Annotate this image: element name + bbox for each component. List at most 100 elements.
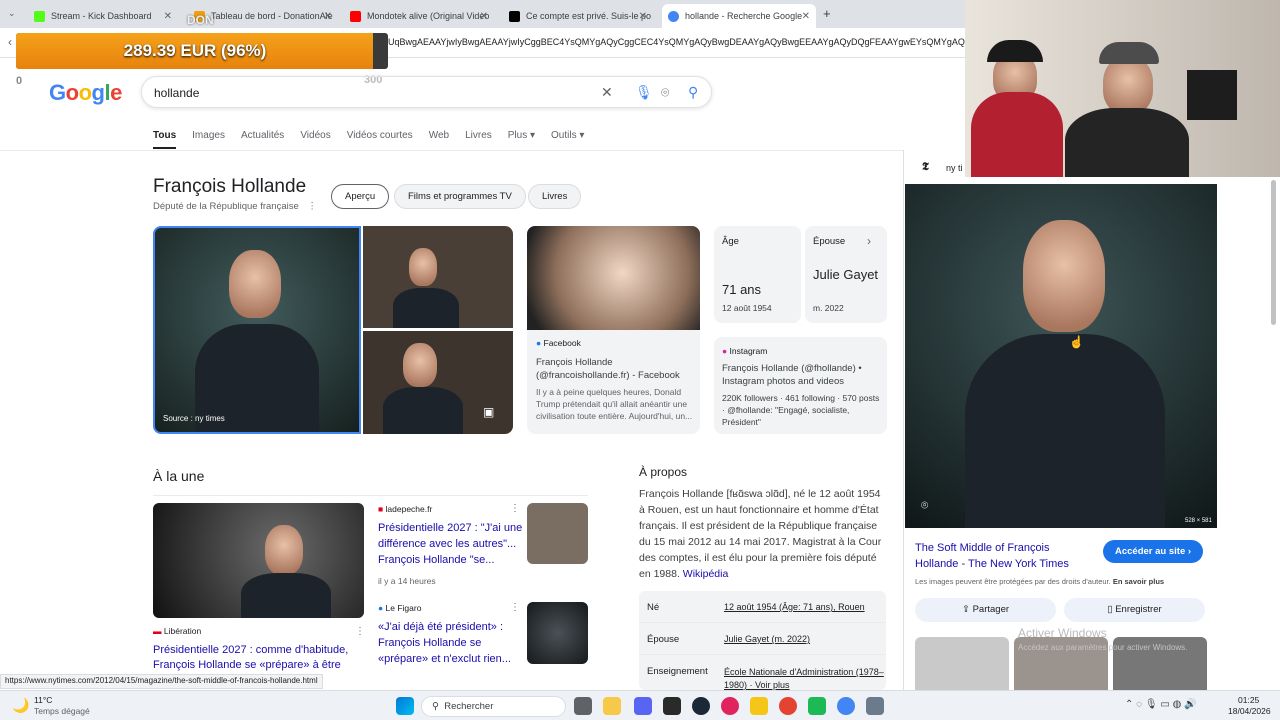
portrait-suit — [241, 573, 331, 618]
tab-google[interactable]: hollande - Recherche Google ✕ — [662, 4, 816, 28]
facebook-title[interactable]: François Hollande (@francoishollande.fr)… — [536, 356, 694, 382]
new-tab-icon[interactable]: + — [823, 6, 831, 21]
close-icon[interactable]: ✕ — [639, 11, 647, 22]
more-vert-icon[interactable]: ⋮ — [510, 602, 520, 613]
settings-icon[interactable] — [866, 697, 884, 715]
tab-title: Stream - Kick Dashboard — [51, 11, 152, 21]
epic-icon[interactable] — [663, 697, 681, 715]
chrome-icon[interactable] — [779, 697, 797, 715]
nav-outils[interactable]: Outils ▾ — [551, 130, 584, 149]
news-title-1[interactable]: Présidentielle 2027 : "J'ai une différen… — [378, 520, 523, 568]
nav-videos-courtes[interactable]: Vidéos courtes — [347, 130, 413, 149]
rights-text-body: Les images peuvent être protégées par de… — [915, 577, 1111, 586]
tab-search-icon[interactable]: ⌄ — [8, 8, 16, 19]
windows-start-icon[interactable] — [396, 697, 414, 715]
nyt-icon: 𝕿 — [922, 161, 929, 173]
fact-value[interactable]: École Nationale d'Administration (1978–1… — [724, 666, 884, 692]
fact-value[interactable]: Julie Gayet (m. 2022) — [724, 634, 884, 644]
facebook-snippet: Il y a à peine quelques heures, Donald T… — [536, 387, 693, 421]
image-icon[interactable]: ▣ — [483, 405, 494, 419]
age-card[interactable]: Âge 71 ans 12 août 1954 — [714, 226, 801, 323]
photo-3[interactable]: ▣ — [363, 331, 513, 434]
streamer-2-cap — [1099, 42, 1159, 64]
chevron-right-icon[interactable]: › — [867, 234, 871, 248]
news-thumb-1[interactable] — [527, 503, 588, 564]
share-button[interactable]: ⇪ Partager — [915, 598, 1056, 622]
more-vert-icon[interactable]: ⋮ — [307, 201, 317, 212]
divider — [153, 495, 588, 496]
app-icon[interactable] — [750, 697, 768, 715]
more-vert-icon[interactable]: ⋮ — [355, 626, 365, 637]
chrome-active-icon[interactable] — [837, 697, 855, 715]
back-icon[interactable]: ‹ — [8, 35, 12, 49]
task-view-icon[interactable] — [574, 697, 592, 715]
tab-youtube[interactable]: Mondotek alive (Original Video ✕ — [344, 4, 494, 28]
related-image-1[interactable] — [915, 637, 1009, 690]
news-thumb-2[interactable] — [527, 602, 588, 664]
instagram-title[interactable]: François Hollande (@fhollande) • Instagr… — [722, 362, 882, 388]
viewer-site[interactable]: ny ti — [946, 163, 963, 173]
learn-more-link[interactable]: En savoir plus — [1113, 577, 1164, 586]
nav-plus[interactable]: Plus ▾ — [508, 130, 535, 149]
save-button[interactable]: ▯ Enregistrer — [1064, 598, 1205, 622]
close-icon[interactable]: ✕ — [164, 11, 172, 22]
spouse-value: Julie Gayet — [813, 267, 879, 282]
pill-films[interactable]: Films et programmes TV — [394, 184, 526, 209]
pill-apercu[interactable]: Aperçu — [331, 184, 390, 209]
tab-kick[interactable]: Stream - Kick Dashboard ✕ — [28, 4, 178, 28]
tab-tiktok[interactable]: Ce compte est privé. Suis-le po ✕ — [503, 4, 653, 28]
nav-images[interactable]: Images — [192, 130, 225, 149]
fact-key: Né — [647, 602, 660, 613]
spouse-sub: m. 2022 — [813, 303, 844, 313]
tray-icons[interactable]: ⌃ ◌ 🎙 ▭ ◍ 🔊 — [1125, 699, 1197, 710]
nav-livres[interactable]: Livres — [465, 130, 492, 149]
pill-livres[interactable]: Livres — [528, 184, 582, 209]
weather-icon[interactable]: 🌙 — [12, 697, 29, 714]
discord-icon[interactable] — [634, 697, 652, 715]
steam-icon[interactable] — [692, 697, 710, 715]
close-icon[interactable]: ✕ — [802, 11, 810, 22]
taskbar-search[interactable]: ⚲ Rechercher — [421, 696, 566, 717]
instagram-tag: ● Instagram — [722, 346, 767, 356]
news-source-3-text: Libération — [163, 626, 202, 636]
spouse-card[interactable]: Épouse › Julie Gayet m. 2022 — [805, 226, 887, 323]
wikipedia-link[interactable]: Wikipédia — [683, 568, 729, 580]
page-margin — [1225, 150, 1280, 690]
news-title-3[interactable]: Présidentielle 2027 : comme d'habitude, … — [153, 643, 363, 673]
google-logo[interactable]: Google — [49, 80, 122, 106]
photo-2[interactable] — [363, 226, 513, 328]
mic-icon[interactable]: 🎙 — [635, 84, 653, 101]
instagram-card[interactable]: ● Instagram François Hollande (@fholland… — [714, 337, 887, 434]
activate-windows-title: Activer Windows — [1018, 626, 1107, 640]
scrollbar-thumb[interactable] — [1271, 180, 1276, 325]
main-photo[interactable]: Source : ny times — [153, 226, 361, 434]
search-box[interactable]: hollande ✕ 🎙 ⌾ ⚲ — [141, 76, 712, 108]
lens-icon[interactable]: ⌾ — [661, 84, 669, 101]
fact-row-education: Enseignement École Nationale d'Administra… — [639, 655, 886, 690]
viewer-title[interactable]: The Soft Middle of François Hollande - T… — [915, 540, 1095, 572]
visit-button[interactable]: Accéder au site › — [1103, 540, 1204, 563]
fact-value[interactable]: 12 août 1954 (Âge: 71 ans), Rouen — [724, 602, 884, 612]
streamer-2-body — [1065, 108, 1189, 177]
url-text[interactable]: UqBwgAEAAYjwIyBwgAEAAYjwIyCggBEC4YsQMYgA… — [388, 37, 965, 47]
close-icon[interactable]: ✕ — [324, 11, 332, 22]
close-icon[interactable]: ✕ — [480, 11, 488, 22]
instagram-snippet: 220K followers · 461 following · 570 pos… — [722, 393, 880, 427]
lens-icon[interactable]: ⌾ — [921, 498, 928, 513]
nav-tous[interactable]: Tous — [153, 130, 177, 149]
app-icon[interactable] — [808, 697, 826, 715]
search-icon[interactable]: ⚲ — [688, 84, 698, 101]
app-icon[interactable] — [721, 697, 739, 715]
search-input[interactable]: hollande — [154, 86, 199, 100]
more-vert-icon[interactable]: ⋮ — [510, 503, 520, 514]
clear-icon[interactable]: ✕ — [601, 84, 613, 101]
news-photo-1[interactable] — [153, 503, 364, 618]
nav-web[interactable]: Web — [429, 130, 449, 149]
portrait-suit — [383, 387, 463, 434]
facebook-card[interactable]: ● Facebook François Hollande (@francoish… — [527, 226, 700, 434]
nav-videos[interactable]: Vidéos — [300, 130, 330, 149]
news-title-2[interactable]: «J'ai déjà été président» : François Hol… — [378, 619, 523, 667]
viewer-image[interactable]: ⌾ 528 × 581 — [905, 184, 1217, 528]
nav-actualites[interactable]: Actualités — [241, 130, 284, 149]
file-explorer-icon[interactable] — [603, 697, 621, 715]
